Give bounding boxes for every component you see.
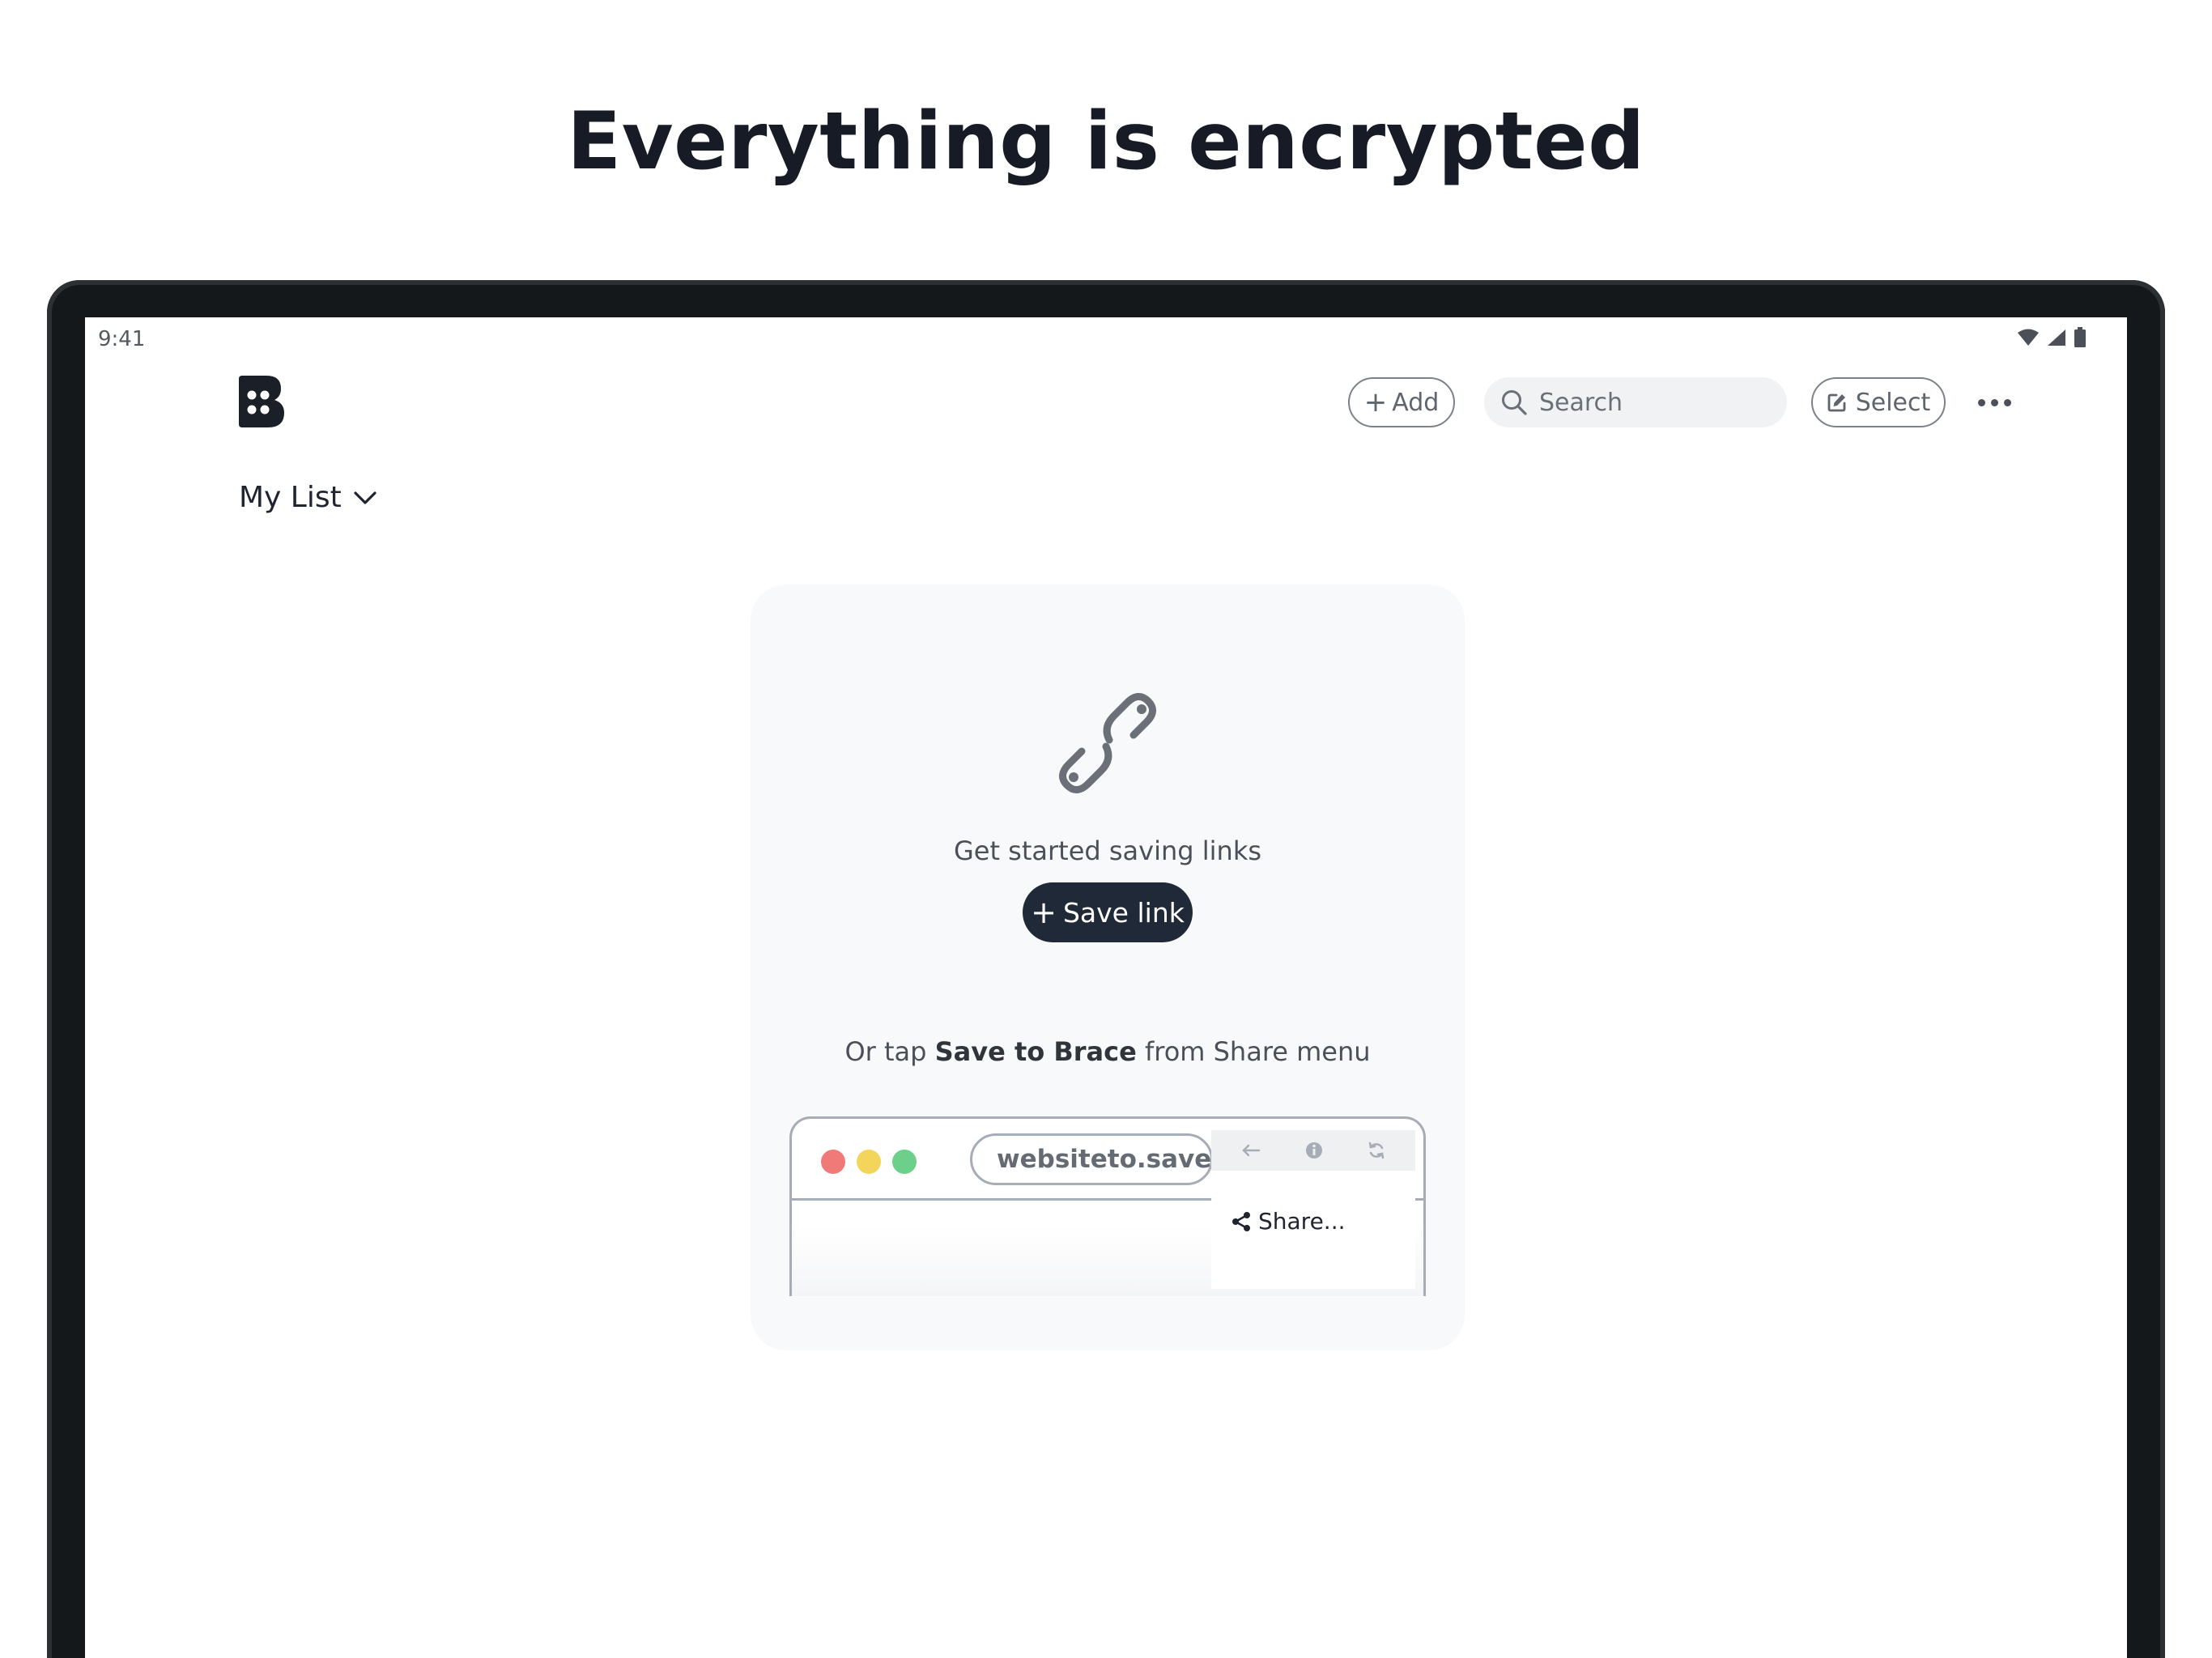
share-hint-suffix: from Share menu: [1136, 1036, 1371, 1067]
more-dot: [1977, 398, 1985, 406]
add-button[interactable]: + Add: [1348, 377, 1455, 427]
more-options-icon[interactable]: [1972, 382, 2017, 423]
select-button[interactable]: Select: [1811, 377, 1946, 427]
share-menu-item: Share...: [1231, 1208, 1346, 1235]
signal-icon: [2048, 329, 2065, 346]
share-menu-illustration: Share...: [1211, 1130, 1415, 1289]
page-headline: Everything is encrypted: [567, 96, 1645, 188]
battery-icon: [2074, 327, 2086, 347]
url-text: websiteto.save: [997, 1145, 1212, 1174]
chevron-down-icon: [354, 491, 376, 504]
tablet-frame: 9:41 + Add Search Select My List Get sta…: [47, 280, 2165, 1658]
edit-icon: [1827, 393, 1846, 412]
plus-icon: +: [1363, 386, 1388, 419]
share-hint-emphasis: Save to Brace: [934, 1036, 1137, 1067]
add-button-label: Add: [1392, 388, 1440, 417]
save-link-label: Save link: [1062, 896, 1185, 929]
list-selector[interactable]: My List: [239, 481, 377, 514]
search-icon: [1502, 390, 1527, 415]
more-dot: [2003, 398, 2011, 406]
share-hint-text: Or tap Save to Brace from Share menu: [751, 1036, 1465, 1067]
info-icon: [1305, 1142, 1322, 1158]
plus-icon: +: [1031, 895, 1057, 930]
browser-illustration: websiteto.save Share...: [789, 1116, 1426, 1296]
save-link-button[interactable]: + Save link: [1023, 882, 1193, 942]
search-input[interactable]: [1539, 388, 1766, 417]
link-icon: [1059, 693, 1156, 793]
share-icon: [1232, 1211, 1250, 1231]
share-hint-prefix: Or tap: [844, 1036, 935, 1067]
window-minimize-dot: [857, 1150, 881, 1174]
select-button-label: Select: [1855, 388, 1931, 417]
status-icons: [2017, 327, 2087, 348]
window-maximize-dot: [892, 1150, 917, 1174]
share-label: Share...: [1258, 1208, 1346, 1235]
status-time: 9:41: [98, 327, 146, 351]
list-selector-label: My List: [239, 481, 342, 514]
arrow-left-icon: [1243, 1144, 1261, 1157]
refresh-icon: [1368, 1141, 1384, 1159]
empty-state-card: Get started saving links + Save link Or …: [751, 585, 1465, 1350]
window-close-dot: [821, 1150, 845, 1174]
empty-state-message: Get started saving links: [953, 835, 1262, 866]
wifi-icon: [2018, 329, 2039, 346]
search-field[interactable]: [1484, 377, 1787, 427]
url-bar-illustration: websiteto.save: [970, 1133, 1213, 1185]
app-screen: 9:41 + Add Search Select My List Get sta…: [85, 317, 2127, 1658]
brace-logo-icon[interactable]: [239, 376, 284, 427]
share-menu-toolbar: [1211, 1130, 1415, 1171]
more-dot: [1990, 398, 1998, 406]
